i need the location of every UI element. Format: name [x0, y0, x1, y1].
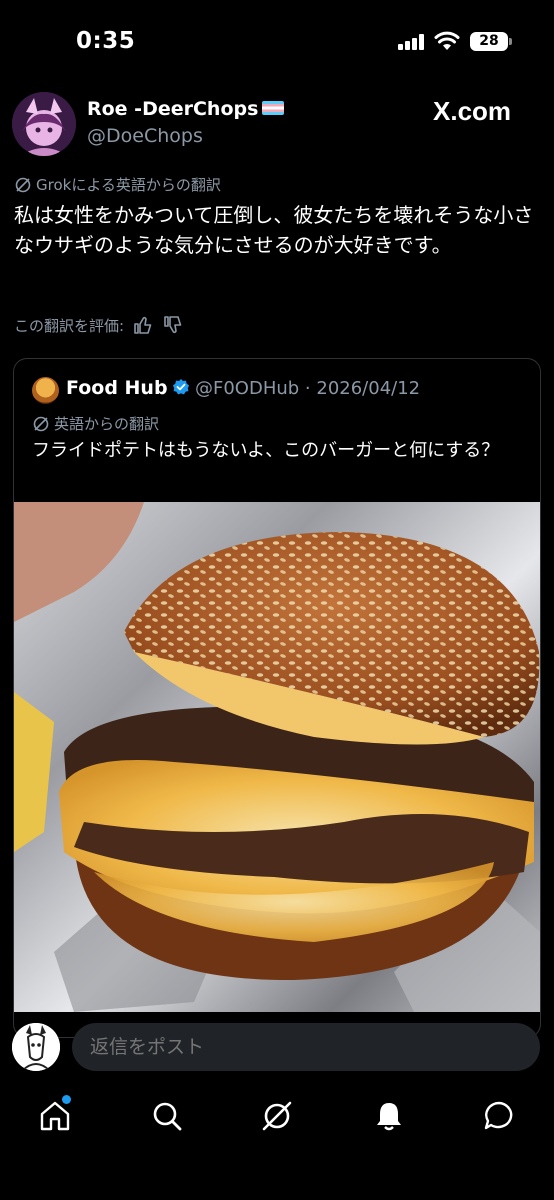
author-avatar[interactable]	[12, 92, 76, 156]
burger-photo[interactable]	[14, 502, 540, 1012]
translation-note: Grokによる英語からの翻訳	[14, 174, 221, 195]
avatar-illustration	[12, 92, 76, 156]
quoted-post-text: フライドポテトはもうないよ、このバーガーと何にする？	[32, 440, 500, 461]
current-user-avatar-illustration	[12, 1023, 60, 1071]
search-icon[interactable]	[150, 1099, 184, 1133]
quoted-author-name-text: Food Hub	[66, 377, 168, 399]
status-time: 0:35	[76, 28, 136, 54]
trans-flag-icon	[262, 101, 285, 115]
rate-translation-row: この翻訳を評価:	[14, 314, 184, 336]
reply-input[interactable]	[72, 1023, 540, 1071]
author-display-name[interactable]: Roe -DeerChops	[87, 98, 285, 120]
wifi-icon	[434, 31, 460, 50]
grok-icon	[33, 416, 49, 431]
thumbs-down-icon[interactable]	[162, 314, 184, 336]
post-text: 私は女性をかみついて圧倒し、彼女たちを壊れそうな小さなウサギのような気分にさせる…	[14, 203, 534, 257]
home-notification-dot	[62, 1095, 71, 1104]
quoted-translation-text: 英語からの翻訳	[54, 415, 160, 433]
reply-bar	[0, 1015, 554, 1079]
quoted-author-name: Food Hub	[66, 377, 190, 399]
grok-icon[interactable]	[260, 1099, 294, 1133]
battery-nub	[509, 38, 512, 45]
author-handle[interactable]: @DoeChops	[87, 125, 203, 147]
post-header: Roe -DeerChops @DoeChops X.com	[0, 88, 554, 160]
thumbs-up-icon[interactable]	[132, 314, 154, 336]
x-com-logo: X.com	[433, 96, 512, 126]
quoted-handle-date: @F0ODHub · 2026/04/12	[195, 378, 421, 399]
messages-icon[interactable]	[482, 1099, 516, 1133]
translation-note-text: Grokによる英語からの翻訳	[36, 176, 221, 194]
quoted-post-card[interactable]: Food Hub @F0ODHub · 2026/04/12 英語からの翻訳 フ…	[13, 358, 541, 1038]
battery-indicator: 28	[470, 32, 508, 51]
rate-translation-label: この翻訳を評価:	[14, 316, 125, 335]
home-icon[interactable]	[38, 1099, 72, 1133]
author-name-text: Roe -DeerChops	[87, 98, 259, 120]
bottom-tab-bar	[0, 1085, 554, 1155]
notifications-icon[interactable]	[372, 1099, 406, 1133]
current-user-avatar[interactable]	[12, 1023, 60, 1071]
grok-icon	[15, 177, 31, 192]
cellular-signal-icon	[398, 34, 426, 50]
status-bar: 0:35 28	[0, 0, 554, 84]
verified-badge-icon	[172, 379, 189, 395]
home-indicator-area	[0, 1170, 554, 1200]
quoted-translation-note: 英語からの翻訳	[32, 413, 159, 434]
quoted-author-avatar	[32, 377, 59, 404]
